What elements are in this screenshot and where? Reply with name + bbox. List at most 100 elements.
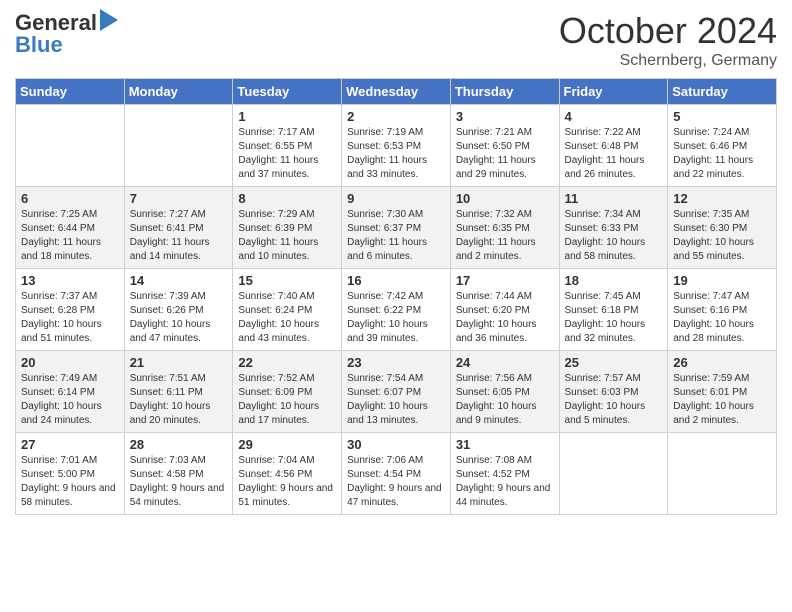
day-number: 30 xyxy=(347,437,445,452)
calendar-cell: 12 Sunrise: 7:35 AM Sunset: 6:30 PM Dayli… xyxy=(668,187,777,269)
day-content: Sunrise: 7:24 AM Sunset: 6:46 PM Dayligh… xyxy=(673,126,771,182)
day-of-week-monday: Monday xyxy=(124,79,233,105)
day-content: Sunrise: 7:44 AM Sunset: 6:20 PM Dayligh… xyxy=(456,290,554,346)
calendar-cell xyxy=(559,433,668,515)
day-number: 5 xyxy=(673,109,771,124)
calendar-cell: 11Sunrise: 7:34 AM Sunset: 6:33 PM Dayli… xyxy=(559,187,668,269)
logo: General Blue xyxy=(15,10,118,58)
day-content: Sunrise: 7:49 AM Sunset: 6:14 PM Dayligh… xyxy=(21,372,119,428)
day-content: Sunrise: 7:34 AM Sunset: 6:33 PM Dayligh… xyxy=(565,208,663,264)
calendar-cell: 17 Sunrise: 7:44 AM Sunset: 6:20 PM Dayli… xyxy=(450,269,559,351)
calendar-cell: 19 Sunrise: 7:47 AM Sunset: 6:16 PM Dayli… xyxy=(668,269,777,351)
calendar-cell: 3 Sunrise: 7:21 AM Sunset: 6:50 PM Daylig… xyxy=(450,105,559,187)
calendar-title: October 2024 xyxy=(559,10,777,52)
calendar-cell: 20 Sunrise: 7:49 AM Sunset: 6:14 PM Dayli… xyxy=(16,351,125,433)
day-number: 21 xyxy=(130,355,228,370)
calendar-cell: 6Sunrise: 7:25 AM Sunset: 6:44 PM Daylig… xyxy=(16,187,125,269)
week-row-4: 20 Sunrise: 7:49 AM Sunset: 6:14 PM Dayli… xyxy=(16,351,777,433)
day-number: 6 xyxy=(21,191,119,206)
week-row-1: 1 Sunrise: 7:17 AM Sunset: 6:55 PM Daylig… xyxy=(16,105,777,187)
day-of-week-tuesday: Tuesday xyxy=(233,79,342,105)
day-content: Sunrise: 7:59 AM Sunset: 6:01 PM Dayligh… xyxy=(673,372,771,428)
calendar-cell xyxy=(16,105,125,187)
calendar-cell: 2Sunrise: 7:19 AM Sunset: 6:53 PM Daylig… xyxy=(342,105,451,187)
logo-blue-text: Blue xyxy=(15,32,63,57)
calendar-cell: 30Sunrise: 7:06 AM Sunset: 4:54 PM Dayli… xyxy=(342,433,451,515)
day-number: 22 xyxy=(238,355,336,370)
logo-arrow-icon xyxy=(100,9,118,36)
day-content: Sunrise: 7:45 AM Sunset: 6:18 PM Dayligh… xyxy=(565,290,663,346)
calendar-cell: 18 Sunrise: 7:45 AM Sunset: 6:18 PM Dayli… xyxy=(559,269,668,351)
week-row-5: 27Sunrise: 7:01 AM Sunset: 5:00 PM Dayli… xyxy=(16,433,777,515)
day-content: Sunrise: 7:22 AM Sunset: 6:48 PM Dayligh… xyxy=(565,126,663,182)
day-content: Sunrise: 7:17 AM Sunset: 6:55 PM Dayligh… xyxy=(238,126,336,182)
day-of-week-friday: Friday xyxy=(559,79,668,105)
day-number: 16 xyxy=(347,273,445,288)
day-number: 27 xyxy=(21,437,119,452)
day-content: Sunrise: 7:21 AM Sunset: 6:50 PM Dayligh… xyxy=(456,126,554,182)
day-number: 3 xyxy=(456,109,554,124)
calendar-cell: 25 Sunrise: 7:57 AM Sunset: 6:03 PM Dayli… xyxy=(559,351,668,433)
day-content: Sunrise: 7:54 AM Sunset: 6:07 PM Dayligh… xyxy=(347,372,445,428)
day-number: 31 xyxy=(456,437,554,452)
day-content: Sunrise: 7:42 AM Sunset: 6:22 PM Dayligh… xyxy=(347,290,445,346)
page-header: General Blue October 2024 Schernberg, Ge… xyxy=(15,10,777,70)
day-number: 1 xyxy=(238,109,336,124)
calendar-table: SundayMondayTuesdayWednesdayThursdayFrid… xyxy=(15,78,777,515)
day-number: 23 xyxy=(347,355,445,370)
day-content: Sunrise: 7:35 AM Sunset: 6:30 PM Dayligh… xyxy=(673,208,771,264)
day-content: Sunrise: 7:56 AM Sunset: 6:05 PM Dayligh… xyxy=(456,372,554,428)
day-number: 26 xyxy=(673,355,771,370)
day-number: 10 xyxy=(456,191,554,206)
day-of-week-sunday: Sunday xyxy=(16,79,125,105)
day-number: 15 xyxy=(238,273,336,288)
day-number: 7 xyxy=(130,191,228,206)
day-number: 2 xyxy=(347,109,445,124)
calendar-cell: 16 Sunrise: 7:42 AM Sunset: 6:22 PM Dayli… xyxy=(342,269,451,351)
day-content: Sunrise: 7:03 AM Sunset: 4:58 PM Dayligh… xyxy=(130,454,228,510)
day-content: Sunrise: 7:29 AM Sunset: 6:39 PM Dayligh… xyxy=(238,208,336,264)
day-number: 19 xyxy=(673,273,771,288)
day-content: Sunrise: 7:47 AM Sunset: 6:16 PM Dayligh… xyxy=(673,290,771,346)
day-of-week-wednesday: Wednesday xyxy=(342,79,451,105)
day-number: 28 xyxy=(130,437,228,452)
calendar-cell: 1 Sunrise: 7:17 AM Sunset: 6:55 PM Daylig… xyxy=(233,105,342,187)
day-number: 29 xyxy=(238,437,336,452)
day-content: Sunrise: 7:57 AM Sunset: 6:03 PM Dayligh… xyxy=(565,372,663,428)
day-content: Sunrise: 7:04 AM Sunset: 4:56 PM Dayligh… xyxy=(238,454,336,510)
calendar-cell: 27Sunrise: 7:01 AM Sunset: 5:00 PM Dayli… xyxy=(16,433,125,515)
day-number: 20 xyxy=(21,355,119,370)
calendar-cell: 4Sunrise: 7:22 AM Sunset: 6:48 PM Daylig… xyxy=(559,105,668,187)
calendar-cell: 13 Sunrise: 7:37 AM Sunset: 6:28 PM Dayli… xyxy=(16,269,125,351)
day-number: 8 xyxy=(238,191,336,206)
calendar-cell: 22 Sunrise: 7:52 AM Sunset: 6:09 PM Dayli… xyxy=(233,351,342,433)
day-number: 13 xyxy=(21,273,119,288)
day-number: 14 xyxy=(130,273,228,288)
calendar-cell: 26 Sunrise: 7:59 AM Sunset: 6:01 PM Dayli… xyxy=(668,351,777,433)
calendar-cell: 9Sunrise: 7:30 AM Sunset: 6:37 PM Daylig… xyxy=(342,187,451,269)
calendar-header-row: SundayMondayTuesdayWednesdayThursdayFrid… xyxy=(16,79,777,105)
day-of-week-saturday: Saturday xyxy=(668,79,777,105)
day-content: Sunrise: 7:40 AM Sunset: 6:24 PM Dayligh… xyxy=(238,290,336,346)
calendar-cell: 5 Sunrise: 7:24 AM Sunset: 6:46 PM Daylig… xyxy=(668,105,777,187)
calendar-cell: 8 Sunrise: 7:29 AM Sunset: 6:39 PM Daylig… xyxy=(233,187,342,269)
day-content: Sunrise: 7:37 AM Sunset: 6:28 PM Dayligh… xyxy=(21,290,119,346)
calendar-cell: 23 Sunrise: 7:54 AM Sunset: 6:07 PM Dayli… xyxy=(342,351,451,433)
day-content: Sunrise: 7:52 AM Sunset: 6:09 PM Dayligh… xyxy=(238,372,336,428)
day-content: Sunrise: 7:32 AM Sunset: 6:35 PM Dayligh… xyxy=(456,208,554,264)
day-number: 17 xyxy=(456,273,554,288)
day-number: 25 xyxy=(565,355,663,370)
week-row-2: 6Sunrise: 7:25 AM Sunset: 6:44 PM Daylig… xyxy=(16,187,777,269)
day-number: 12 xyxy=(673,191,771,206)
calendar-cell xyxy=(124,105,233,187)
calendar-cell: 15 Sunrise: 7:40 AM Sunset: 6:24 PM Dayli… xyxy=(233,269,342,351)
day-content: Sunrise: 7:30 AM Sunset: 6:37 PM Dayligh… xyxy=(347,208,445,264)
calendar-cell: 31Sunrise: 7:08 AM Sunset: 4:52 PM Dayli… xyxy=(450,433,559,515)
day-of-week-thursday: Thursday xyxy=(450,79,559,105)
day-content: Sunrise: 7:51 AM Sunset: 6:11 PM Dayligh… xyxy=(130,372,228,428)
day-content: Sunrise: 7:39 AM Sunset: 6:26 PM Dayligh… xyxy=(130,290,228,346)
calendar-cell: 21 Sunrise: 7:51 AM Sunset: 6:11 PM Dayli… xyxy=(124,351,233,433)
calendar-cell: 24Sunrise: 7:56 AM Sunset: 6:05 PM Dayli… xyxy=(450,351,559,433)
day-number: 18 xyxy=(565,273,663,288)
calendar-cell: 29 Sunrise: 7:04 AM Sunset: 4:56 PM Dayli… xyxy=(233,433,342,515)
